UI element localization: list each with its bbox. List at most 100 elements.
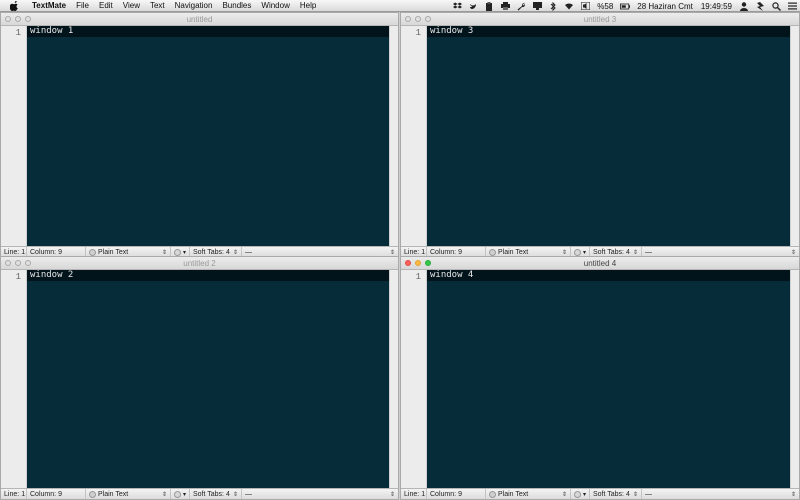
chevron-down-icon: ▾ <box>582 491 586 498</box>
printer-icon[interactable] <box>500 1 510 11</box>
tabs-label: Soft Tabs: <box>593 248 625 256</box>
menu-view[interactable]: View <box>118 1 145 10</box>
clipboard-icon[interactable] <box>484 1 494 11</box>
column-value: 9 <box>58 248 62 256</box>
menu-help[interactable]: Help <box>295 1 321 10</box>
column-label: Column: <box>30 248 57 256</box>
line-label: Line: <box>4 490 20 498</box>
text-editor[interactable]: window 4 <box>427 270 790 488</box>
symbol-value: — <box>645 490 652 498</box>
grammar-icon <box>89 490 96 498</box>
tab-size-popup[interactable]: Soft Tabs: 4 ⇕ <box>190 489 242 499</box>
line-indicator[interactable]: Line: 1 <box>401 489 427 499</box>
line-number: 1 <box>415 272 421 282</box>
status-bar: Line: 1 Column: 9 Plain Text ⇕ ▾ Soft Tabs:… <box>1 488 398 499</box>
text-editor[interactable]: window 1 <box>27 26 389 246</box>
menu-app-name[interactable]: TextMate <box>28 1 71 10</box>
tabs-value: 4 <box>626 248 630 256</box>
symbol-popup[interactable]: — ⇕ <box>242 489 398 499</box>
line-value: 1 <box>21 248 26 256</box>
menu-text[interactable]: Text <box>145 1 170 10</box>
title-bar[interactable]: untitled 4 <box>401 257 799 270</box>
spotlight-icon[interactable] <box>771 1 781 11</box>
apple-menu-icon[interactable] <box>9 0 20 11</box>
editor-line[interactable]: window 1 <box>27 26 389 37</box>
status-menus: %58 28 Haziran Cmt 19:49:59 <box>449 0 800 12</box>
settings-popup[interactable]: ▾ <box>171 489 190 499</box>
tabs-label: Soft Tabs: <box>193 490 225 498</box>
battery-percent[interactable]: %58 <box>597 2 613 11</box>
line-number-gutter: 1 <box>401 26 427 246</box>
grammar-icon <box>89 248 96 256</box>
chevron-updown-icon: ⇕ <box>232 249 238 256</box>
volume-icon[interactable] <box>580 1 590 11</box>
display-icon[interactable] <box>532 1 542 11</box>
title-bar[interactable]: untitled 3 <box>401 13 799 26</box>
gear-icon <box>574 490 581 498</box>
tabs-value: 4 <box>626 490 630 498</box>
wrench-icon[interactable] <box>516 1 526 11</box>
chevron-updown-icon: ⇕ <box>632 491 638 498</box>
chevron-updown-icon: ⇕ <box>389 249 395 256</box>
chevron-updown-icon: ⇕ <box>561 491 567 498</box>
chevron-updown-icon: ⇕ <box>161 491 167 498</box>
editor-window-3: untitled 3 1 window 3 Line: 1 Column: 9 Pl… <box>400 12 800 258</box>
title-bar[interactable]: untitled <box>1 13 398 26</box>
column-value: 9 <box>58 490 62 498</box>
gear-icon <box>174 248 181 256</box>
editor-line[interactable]: window 4 <box>427 270 790 281</box>
chevron-updown-icon: ⇕ <box>389 491 395 498</box>
list-icon[interactable] <box>787 1 797 11</box>
date-text[interactable]: 28 Haziran Cmt <box>637 2 693 11</box>
status-bar: Line: 1 Column: 9 Plain Text ⇕ ▾ Soft Tabs:… <box>401 488 799 499</box>
menu-edit[interactable]: Edit <box>94 1 118 10</box>
editor-line[interactable]: window 3 <box>427 26 790 37</box>
column-label: Column: <box>430 248 457 256</box>
vertical-scrollbar[interactable] <box>790 270 799 488</box>
chevron-down-icon: ▾ <box>182 491 186 498</box>
symbol-popup[interactable]: — ⇕ <box>642 489 799 499</box>
gear-icon <box>174 490 181 498</box>
symbol-value: — <box>645 248 652 256</box>
window-title: untitled 3 <box>583 15 617 24</box>
wifi-icon[interactable] <box>564 1 574 11</box>
menu-window[interactable]: Window <box>256 1 294 10</box>
bluetooth-icon[interactable] <box>548 1 558 11</box>
text-editor[interactable]: window 3 <box>427 26 790 246</box>
dropbox-icon[interactable] <box>452 1 462 11</box>
menu-bundles[interactable]: Bundles <box>217 1 256 10</box>
symbol-value: — <box>245 248 252 256</box>
window-title: untitled 4 <box>583 259 617 268</box>
column-indicator[interactable]: Column: 9 <box>27 489 86 499</box>
grammar-value: Plain Text <box>98 490 129 498</box>
app-icon[interactable] <box>755 1 765 11</box>
title-bar[interactable]: untitled 2 <box>1 257 398 270</box>
vertical-scrollbar[interactable] <box>389 270 398 488</box>
line-number: 1 <box>15 28 21 38</box>
gear-icon <box>574 248 581 256</box>
vertical-scrollbar[interactable] <box>790 26 799 246</box>
grammar-popup[interactable]: Plain Text ⇕ <box>486 489 571 499</box>
editor-window-1: untitled 1 window 1 Line: 1 Column: 9 Plai… <box>0 12 399 258</box>
tab-size-popup[interactable]: Soft Tabs: 4 ⇕ <box>590 489 642 499</box>
column-value: 9 <box>458 490 462 498</box>
text-editor[interactable]: window 2 <box>27 270 389 488</box>
grammar-popup[interactable]: Plain Text ⇕ <box>86 489 171 499</box>
chevron-down-icon: ▾ <box>582 249 586 256</box>
editor-line[interactable]: window 2 <box>27 270 389 281</box>
user-icon[interactable] <box>739 1 749 11</box>
menu-navigation[interactable]: Navigation <box>170 1 218 10</box>
column-indicator[interactable]: Column: 9 <box>427 489 486 499</box>
chevron-updown-icon: ⇕ <box>561 249 567 256</box>
bird-icon[interactable] <box>468 1 478 11</box>
battery-icon[interactable] <box>620 1 631 11</box>
clock-text[interactable]: 19:49:59 <box>701 2 732 11</box>
menu-file[interactable]: File <box>71 1 94 10</box>
tabs-value: 4 <box>226 248 230 256</box>
chevron-updown-icon: ⇕ <box>632 249 638 256</box>
window-title: untitled 2 <box>183 259 216 268</box>
vertical-scrollbar[interactable] <box>389 26 398 246</box>
line-label: Line: <box>404 248 420 256</box>
settings-popup[interactable]: ▾ <box>571 489 590 499</box>
line-indicator[interactable]: Line: 1 <box>1 489 27 499</box>
